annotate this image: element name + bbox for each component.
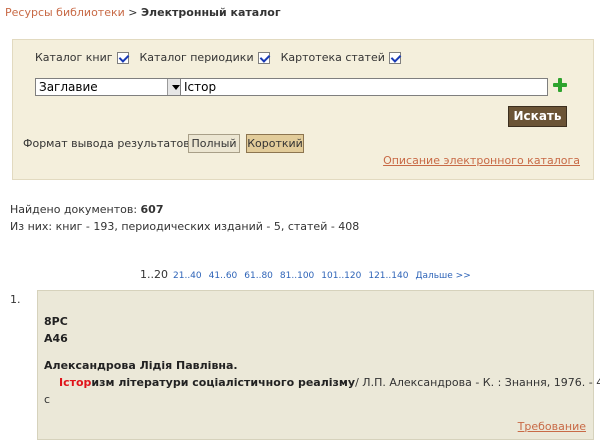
checkbox-item-books[interactable]: Каталог книг bbox=[35, 51, 129, 64]
page-link[interactable]: 101..120 bbox=[321, 271, 361, 281]
pagination: 1..20 21..40 41..60 61..80 81..100 101..… bbox=[140, 268, 478, 281]
page-link[interactable]: 81..100 bbox=[280, 271, 314, 281]
page-link[interactable]: 21..40 bbox=[173, 271, 202, 281]
record-title-highlight: Істор bbox=[59, 376, 92, 389]
checkbox-periodicals[interactable] bbox=[257, 51, 270, 64]
checkbox-item-articles[interactable]: Картотека статей bbox=[281, 51, 401, 64]
found-label: Найдено документов: bbox=[10, 203, 138, 216]
page-current: 1..20 bbox=[140, 268, 168, 281]
page-link[interactable]: 121..140 bbox=[368, 271, 408, 281]
record-card: 8РС А46 Александрова Лідія Павлівна. Іст… bbox=[37, 290, 600, 440]
search-button[interactable]: Искать bbox=[508, 106, 567, 127]
format-short-button[interactable]: Короткий bbox=[246, 134, 304, 153]
breadcrumb-link-library-resources[interactable]: Ресурсы библиотеки bbox=[5, 6, 125, 19]
checkbox-item-periodicals[interactable]: Каталог периодики bbox=[140, 51, 270, 64]
record-title: изм літератури соціалістичного реалізму bbox=[91, 376, 356, 389]
record-number: 1. bbox=[10, 293, 21, 306]
record-author: Александрова Лідія Павлівна. bbox=[44, 359, 238, 372]
search-field-select-value: Заглавие bbox=[39, 80, 98, 94]
checkbox-label-periodicals: Каталог периодики bbox=[139, 51, 254, 64]
checkbox-label-articles: Картотека статей bbox=[280, 51, 385, 64]
checkbox-books[interactable] bbox=[116, 51, 129, 64]
plus-icon[interactable] bbox=[553, 78, 567, 92]
format-full-button[interactable]: Полный bbox=[188, 134, 240, 153]
found-count: 607 bbox=[140, 203, 164, 216]
checkbox-label-books: Каталог книг bbox=[35, 51, 113, 64]
search-field-select[interactable]: Заглавие bbox=[35, 78, 183, 96]
breadcrumb-current: Электронный каталог bbox=[140, 6, 281, 19]
record-author-mark: А46 bbox=[44, 332, 68, 345]
results-breakdown: Из них: книг - 193, периодических издани… bbox=[10, 220, 360, 233]
page-next-link[interactable]: Дальше >> bbox=[415, 271, 470, 281]
breadcrumb-separator: > bbox=[124, 6, 141, 19]
page-link[interactable]: 61..80 bbox=[244, 271, 273, 281]
request-link[interactable]: Требование bbox=[518, 420, 586, 433]
found-documents: Найдено документов: 607 bbox=[10, 203, 164, 216]
search-input[interactable]: Істор bbox=[180, 78, 548, 96]
search-panel: Каталог книг Каталог периодики Картотека… bbox=[12, 39, 594, 180]
record-title-line: Історизм літератури соціалістичного реал… bbox=[59, 376, 600, 389]
record-classification-code: 8РС bbox=[44, 315, 68, 328]
record-details: / Л.П. Александрова - К. : Знання, 1976.… bbox=[355, 376, 600, 389]
breadcrumb: Ресурсы библиотеки > Электронный каталог bbox=[5, 6, 281, 19]
catalog-description-link[interactable]: Описание электронного каталога bbox=[383, 154, 580, 167]
checkbox-articles[interactable] bbox=[388, 51, 401, 64]
format-label: Формат вывода результатов: bbox=[23, 137, 194, 150]
page-link[interactable]: 41..60 bbox=[209, 271, 238, 281]
catalog-checkboxes: Каталог книг Каталог периодики Картотека… bbox=[35, 51, 412, 64]
record-details-continuation: с bbox=[44, 393, 51, 406]
